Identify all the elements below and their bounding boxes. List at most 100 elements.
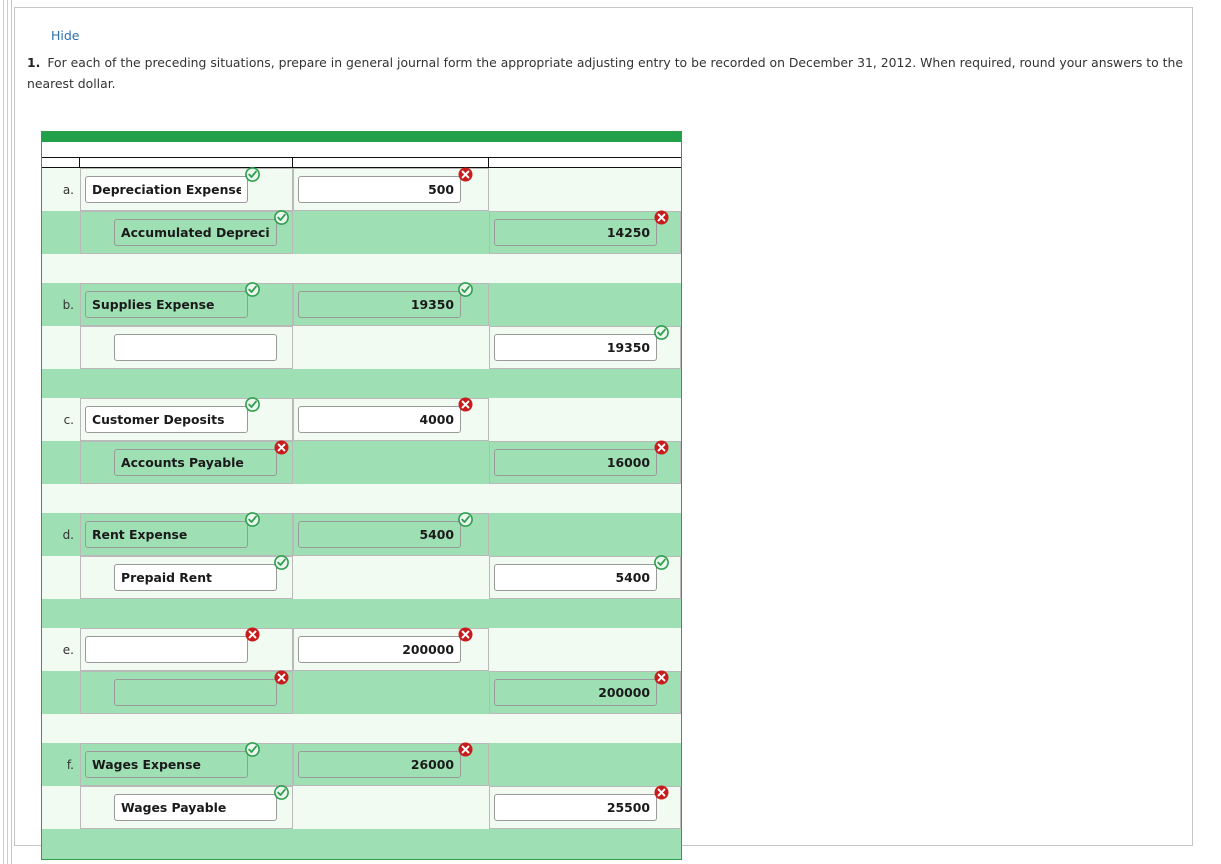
- status-incorrect-icon: [274, 440, 289, 455]
- field-wrapper: [298, 397, 473, 433]
- journal-credit-row: [42, 210, 681, 254]
- credit-amount-cell: [489, 210, 681, 254]
- account-input[interactable]: [114, 219, 277, 246]
- credit-debit-cell-empty: [293, 441, 489, 484]
- debit-amount-cell: [293, 512, 489, 556]
- field-wrapper: [114, 785, 289, 821]
- account-input[interactable]: [114, 449, 277, 476]
- account-input[interactable]: [85, 636, 248, 663]
- account-input[interactable]: [114, 679, 277, 706]
- entry-group-spacer: [42, 599, 681, 628]
- entry-label: c.: [63, 412, 74, 427]
- journal-debit-row: c.: [42, 397, 681, 441]
- credit-debit-cell-empty: [293, 326, 489, 369]
- field-wrapper: [298, 282, 473, 318]
- journal-debit-row: f.: [42, 742, 681, 786]
- credit-amount-cell: [489, 670, 681, 714]
- field-wrapper: [85, 282, 260, 318]
- credit-debit-cell-empty: [293, 671, 489, 714]
- status-correct-icon: [274, 210, 289, 225]
- header-cell-credit: [489, 158, 681, 167]
- amount-input[interactable]: [298, 751, 461, 778]
- status-correct-icon: [274, 785, 289, 800]
- account-input[interactable]: [85, 521, 248, 548]
- debit-account-cell: [80, 627, 293, 671]
- debit-account-cell: [80, 282, 293, 326]
- field-wrapper: [298, 512, 473, 548]
- status-correct-icon: [245, 742, 260, 757]
- field-wrapper: [114, 334, 277, 361]
- entry-label: e.: [62, 642, 74, 657]
- field-wrapper: [85, 397, 260, 433]
- amount-input[interactable]: [494, 794, 657, 821]
- amount-input[interactable]: [494, 679, 657, 706]
- amount-input[interactable]: [298, 176, 461, 203]
- status-correct-icon: [245, 167, 260, 182]
- field-wrapper: [494, 440, 669, 476]
- journal-debit-row: d.: [42, 512, 681, 556]
- account-input[interactable]: [85, 291, 248, 318]
- status-incorrect-icon: [245, 627, 260, 642]
- journal-debit-row: e.: [42, 627, 681, 671]
- status-incorrect-icon: [654, 785, 669, 800]
- rail-line: [3, 0, 4, 864]
- credit-amount-cell: [489, 555, 681, 599]
- entry-label: d.: [62, 527, 74, 542]
- amount-input[interactable]: [298, 636, 461, 663]
- amount-input[interactable]: [494, 334, 657, 361]
- journal-credit-row: [42, 555, 681, 599]
- field-wrapper: [85, 627, 260, 663]
- amount-input[interactable]: [298, 291, 461, 318]
- amount-input[interactable]: [494, 564, 657, 591]
- entry-group-spacer: [42, 369, 681, 398]
- status-correct-icon: [654, 325, 669, 340]
- debit-account-cell: [80, 512, 293, 556]
- debit-amount-cell: [293, 627, 489, 671]
- debit-amount-cell: [293, 167, 489, 211]
- amount-input[interactable]: [298, 406, 461, 433]
- entry-group-spacer: [42, 714, 681, 743]
- debit-credit-cell-empty: [489, 513, 681, 556]
- status-correct-icon: [245, 282, 260, 297]
- journal-credit-row: [42, 785, 681, 829]
- status-correct-icon: [458, 512, 473, 527]
- amount-input[interactable]: [298, 521, 461, 548]
- account-input[interactable]: [114, 794, 277, 821]
- status-correct-icon: [458, 282, 473, 297]
- credit-debit-cell-empty: [293, 211, 489, 254]
- debit-credit-cell-empty: [489, 283, 681, 326]
- field-wrapper: [114, 440, 289, 476]
- status-incorrect-icon: [458, 742, 473, 757]
- journal-credit-row: [42, 325, 681, 369]
- status-incorrect-icon: [654, 210, 669, 225]
- field-wrapper: [494, 670, 669, 706]
- entry-group-spacer: [42, 254, 681, 283]
- debit-account-cell: [80, 167, 293, 211]
- status-incorrect-icon: [654, 440, 669, 455]
- credit-account-cell: [80, 785, 293, 829]
- status-incorrect-icon: [458, 627, 473, 642]
- status-incorrect-icon: [274, 670, 289, 685]
- credit-account-cell: [80, 555, 293, 599]
- entry-group-spacer: [42, 484, 681, 513]
- status-incorrect-icon: [654, 670, 669, 685]
- field-wrapper: [85, 742, 260, 778]
- account-input[interactable]: [114, 564, 277, 591]
- journal-credit-row: [42, 670, 681, 714]
- account-input[interactable]: [85, 751, 248, 778]
- amount-input[interactable]: [494, 219, 657, 246]
- status-correct-icon: [245, 512, 260, 527]
- hide-link[interactable]: Hide: [51, 28, 80, 43]
- credit-account-cell: [80, 326, 293, 369]
- credit-account-cell: [80, 210, 293, 254]
- journal-body: a. b. c. d. e. f.: [42, 167, 681, 829]
- account-input[interactable]: [114, 334, 277, 361]
- credit-debit-cell-empty: [293, 786, 489, 829]
- amount-input[interactable]: [494, 449, 657, 476]
- credit-debit-cell-empty: [293, 556, 489, 599]
- field-wrapper: [298, 167, 473, 203]
- account-input[interactable]: [85, 406, 248, 433]
- table-top-accent-bar: [42, 132, 681, 142]
- account-input[interactable]: [85, 176, 248, 203]
- credit-amount-cell: [489, 440, 681, 484]
